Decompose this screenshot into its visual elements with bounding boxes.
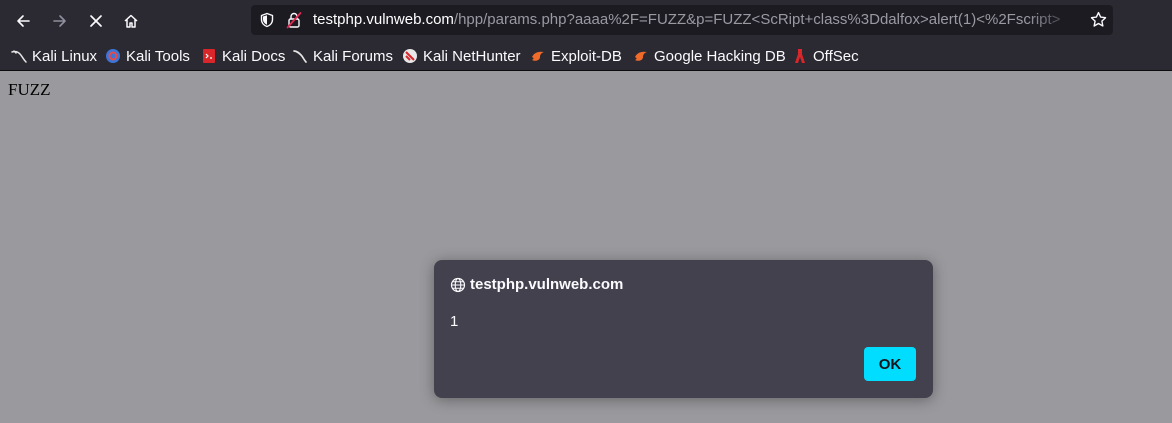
insecure-lock-icon[interactable]: [286, 11, 302, 29]
bookmark-kali-nethunter[interactable]: Kali NetHunter: [402, 46, 521, 66]
forward-button[interactable]: [47, 8, 73, 34]
kali-dragon-icon: [11, 50, 27, 63]
bookmark-label: Exploit-DB: [551, 47, 622, 65]
bookmark-kali-docs[interactable]: Kali Docs: [201, 46, 285, 66]
exploit-db-icon: [532, 51, 544, 61]
stop-loading-icon: [90, 15, 102, 27]
bookmark-label: Kali Docs: [222, 47, 286, 65]
stop-button[interactable]: [83, 8, 109, 34]
bookmark-label: Kali NetHunter: [423, 47, 521, 65]
bookmarks-toolbar: Kali Linux Kali Tools Kali Docs Kali For…: [0, 41, 1172, 71]
browser-toolbar: testphp.vulnweb.com/hpp/params.php?aaaa%…: [0, 0, 1172, 41]
kali-docs-icon: [203, 49, 215, 63]
kali-tools-icon: [106, 49, 120, 63]
url-text[interactable]: testphp.vulnweb.com/hpp/params.php?aaaa%…: [313, 11, 1081, 28]
ghdb-icon: [635, 51, 647, 61]
tracking-shield-icon[interactable]: [259, 12, 275, 28]
home-button[interactable]: [118, 8, 144, 34]
ok-button[interactable]: OK: [864, 347, 916, 381]
back-button[interactable]: [10, 8, 36, 34]
nethunter-icon: [403, 49, 417, 63]
back-arrow-icon: [17, 15, 30, 27]
bookmark-kali-forums[interactable]: Kali Forums: [292, 46, 393, 66]
forward-arrow-icon: [53, 15, 66, 27]
url-host: testphp.vulnweb.com: [313, 11, 454, 28]
alert-dialog: testphp.vulnweb.com 1 OK: [434, 260, 933, 398]
bookmark-kali-tools[interactable]: Kali Tools: [105, 46, 190, 66]
globe-icon: [450, 277, 466, 292]
bookmark-exploit-db[interactable]: Exploit-DB: [530, 46, 622, 66]
bookmark-label: Google Hacking DB: [654, 47, 786, 65]
bookmark-label: Kali Forums: [313, 47, 394, 65]
bookmark-label: Kali Tools: [126, 47, 190, 65]
bookmark-label: Kali Linux: [32, 47, 98, 65]
bookmark-offsec[interactable]: OffSec: [792, 46, 859, 66]
bookmark-star-icon[interactable]: [1090, 11, 1107, 28]
page-body-text: FUZZ: [8, 80, 51, 99]
home-icon: [124, 14, 138, 28]
offsec-icon: [795, 49, 805, 63]
alert-origin: testphp.vulnweb.com: [450, 276, 623, 293]
kali-forums-icon: [293, 50, 307, 63]
bookmark-google-hacking-db[interactable]: Google Hacking DB: [633, 46, 786, 66]
alert-message: 1: [450, 313, 459, 330]
url-path: /hpp/params.php?aaaa%2F=FUZZ&p=FUZZ<ScRi…: [453, 11, 1061, 28]
alert-origin-text: testphp.vulnweb.com: [470, 276, 624, 293]
url-bar[interactable]: testphp.vulnweb.com/hpp/params.php?aaaa%…: [251, 5, 1113, 35]
bookmark-label: OffSec: [813, 47, 859, 65]
bookmark-kali-linux[interactable]: Kali Linux: [11, 46, 97, 66]
